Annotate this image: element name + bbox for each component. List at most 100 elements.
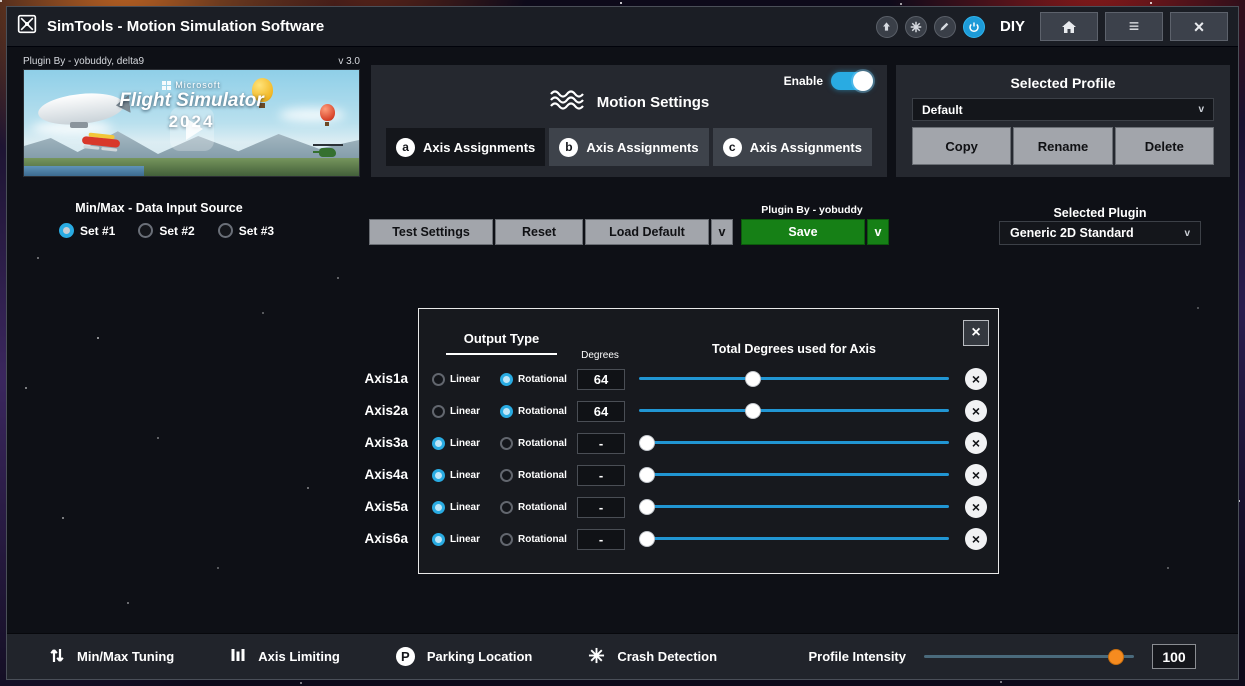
- degrees-value-field[interactable]: -: [577, 465, 625, 486]
- crash-detection-button[interactable]: Crash Detection: [588, 647, 717, 667]
- save-dropdown-button[interactable]: v: [867, 219, 889, 245]
- dialog-close-button[interactable]: ×: [963, 320, 989, 346]
- delete-button[interactable]: Delete: [1115, 127, 1214, 165]
- parking-icon: P: [396, 647, 415, 666]
- linear-radio-option[interactable]: Linear: [432, 469, 500, 482]
- axis-degrees-slider[interactable]: [639, 371, 949, 387]
- axis-degrees-slider[interactable]: [639, 467, 949, 483]
- degrees-value-field[interactable]: -: [577, 497, 625, 518]
- letter-a-icon: a: [396, 138, 415, 157]
- linear-radio-option[interactable]: Linear: [432, 501, 500, 514]
- play-button[interactable]: [170, 107, 214, 151]
- slider-handle[interactable]: [639, 531, 655, 547]
- profile-dropdown[interactable]: Default v: [912, 98, 1214, 121]
- slider-handle[interactable]: [745, 403, 761, 419]
- toggle-knob: [853, 71, 873, 91]
- linear-radio-option[interactable]: Linear: [432, 373, 500, 386]
- min-max-tuning-button[interactable]: Min/Max Tuning: [49, 647, 174, 667]
- radio-set-3[interactable]: Set #3: [218, 223, 274, 238]
- power-button[interactable]: [963, 16, 985, 38]
- tab-axis-assignments-a[interactable]: a Axis Assignments: [386, 128, 545, 166]
- axis-assignments-dialog: Axis1a Axis2a Axis3a Axis4a Axis5a Axis6…: [351, 308, 999, 574]
- degrees-value-field[interactable]: 64: [577, 401, 625, 422]
- clear-axis-button[interactable]: ×: [965, 528, 987, 550]
- slider-handle[interactable]: [745, 371, 761, 387]
- degrees-value-field[interactable]: -: [577, 433, 625, 454]
- parking-location-button[interactable]: P Parking Location: [396, 647, 532, 666]
- settings-icon[interactable]: [905, 16, 927, 38]
- axis-row: Linear Rotational - ×: [419, 459, 998, 491]
- tab-axis-assignments-c[interactable]: c Axis Assignments: [713, 128, 872, 166]
- rotational-radio-option[interactable]: Rotational: [500, 373, 577, 386]
- game-brand: Microsoft: [175, 80, 221, 90]
- menu-button[interactable]: ≡: [1105, 12, 1163, 41]
- axis-assignment-tabs: a Axis Assignments b Axis Assignments c …: [386, 128, 872, 166]
- axis-name-label: Axis3a: [351, 426, 408, 458]
- rotational-radio-option[interactable]: Rotational: [500, 533, 577, 546]
- rotational-radio-option[interactable]: Rotational: [500, 469, 577, 482]
- plugin-dropdown[interactable]: Generic 2D Standard v: [999, 221, 1201, 245]
- axis-degrees-slider[interactable]: [639, 403, 949, 419]
- radio-icon: [500, 373, 513, 386]
- tab-axis-assignments-b[interactable]: b Axis Assignments: [549, 128, 708, 166]
- radio-set-1[interactable]: Set #1: [59, 223, 115, 238]
- plugin-by-label: Plugin By - yobuddy, delta9: [23, 56, 144, 67]
- radio-icon: [432, 469, 445, 482]
- profile-intensity-slider[interactable]: [924, 649, 1134, 665]
- reset-button[interactable]: Reset: [495, 219, 583, 245]
- slider-track: [639, 537, 949, 540]
- axis-degrees-slider[interactable]: [639, 531, 949, 547]
- rotational-radio-option[interactable]: Rotational: [500, 501, 577, 514]
- test-settings-button[interactable]: Test Settings: [369, 219, 493, 245]
- slider-handle[interactable]: [639, 435, 655, 451]
- clear-axis-button[interactable]: ×: [965, 432, 987, 454]
- slider-handle[interactable]: [639, 467, 655, 483]
- rotational-radio-option[interactable]: Rotational: [500, 437, 577, 450]
- waves-icon: [549, 89, 585, 116]
- total-degrees-header: Total Degrees used for Axis: [638, 342, 950, 356]
- axis-limiting-button[interactable]: Axis Limiting: [230, 647, 340, 666]
- bars-icon: [230, 647, 246, 666]
- home-button[interactable]: [1040, 12, 1098, 41]
- degrees-value-field[interactable]: 64: [577, 369, 625, 390]
- linear-radio-option[interactable]: Linear: [432, 405, 500, 418]
- save-button[interactable]: Save: [741, 219, 865, 245]
- radio-set-2[interactable]: Set #2: [138, 223, 194, 238]
- clear-axis-button[interactable]: ×: [965, 464, 987, 486]
- radio-icon: [500, 501, 513, 514]
- copy-button[interactable]: Copy: [912, 127, 1011, 165]
- load-default-button[interactable]: Load Default: [585, 219, 709, 245]
- linear-radio-option[interactable]: Linear: [432, 437, 500, 450]
- load-default-dropdown-button[interactable]: v: [711, 219, 733, 245]
- clear-axis-button[interactable]: ×: [965, 496, 987, 518]
- enable-toggle[interactable]: [831, 72, 873, 90]
- arrow-up-button[interactable]: [876, 16, 898, 38]
- edit-pencil-icon[interactable]: [934, 16, 956, 38]
- radio-icon: [500, 469, 513, 482]
- radio-icon: [59, 223, 74, 238]
- axis-degrees-slider[interactable]: [639, 499, 949, 515]
- degrees-value-field[interactable]: -: [577, 529, 625, 550]
- enable-label: Enable: [784, 74, 823, 88]
- linear-radio-option[interactable]: Linear: [432, 533, 500, 546]
- axis-degrees-slider[interactable]: [639, 435, 949, 451]
- close-button[interactable]: ×: [1170, 12, 1228, 41]
- profile-intensity-handle[interactable]: [1108, 649, 1124, 665]
- axis-row: Linear Rotational - ×: [419, 427, 998, 459]
- radio-icon: [432, 533, 445, 546]
- radio-icon: [432, 373, 445, 386]
- clear-axis-button[interactable]: ×: [965, 368, 987, 390]
- tab-label: Axis Assignments: [423, 140, 535, 155]
- game-banner[interactable]: Microsoft Flight Simulator 2024: [23, 69, 360, 177]
- bottom-item-label: Parking Location: [427, 649, 532, 664]
- radio-icon: [500, 405, 513, 418]
- bottom-item-label: Crash Detection: [617, 649, 717, 664]
- degrees-header: Degrees: [576, 350, 624, 361]
- rename-button[interactable]: Rename: [1013, 127, 1112, 165]
- rotational-radio-option[interactable]: Rotational: [500, 405, 577, 418]
- hamburger-icon: ≡: [1129, 16, 1140, 37]
- microsoft-logo-icon: [162, 81, 171, 90]
- slider-handle[interactable]: [639, 499, 655, 515]
- helicopter-shape: [313, 144, 343, 160]
- clear-axis-button[interactable]: ×: [965, 400, 987, 422]
